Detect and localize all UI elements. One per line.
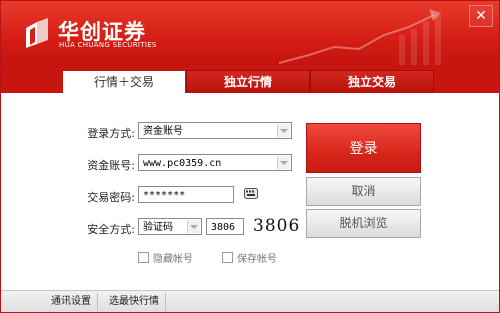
brand-logo-icon	[26, 18, 48, 48]
hide-account-checkbox[interactable]	[138, 252, 149, 263]
mode-tabs: 行情＋交易 独立行情 独立交易	[1, 65, 499, 95]
account-input[interactable]: www.pc0359.cn	[138, 154, 292, 171]
comm-settings-button[interactable]: 通讯设置	[45, 293, 98, 311]
login-method-label: 登录方式:	[87, 127, 135, 140]
password-value: *******	[143, 190, 186, 201]
security-label: 安全方式:	[87, 223, 135, 236]
keyboard-icon[interactable]	[244, 188, 258, 199]
login-window: 华创证券 HUA CHUANG SECURITIES ✕ 行情＋交易 独立行情 …	[0, 0, 500, 313]
save-account-option[interactable]: 保存帐号	[222, 250, 277, 265]
decorative-growth-chart	[279, 9, 441, 65]
login-button[interactable]: 登录	[306, 123, 421, 173]
password-label: 交易密码:	[87, 191, 135, 204]
header-banner: 华创证券 HUA CHUANG SECURITIES ✕	[1, 1, 499, 65]
cancel-button[interactable]: 取消	[306, 177, 421, 206]
security-method-select[interactable]: 验证码	[138, 218, 202, 235]
account-value: www.pc0359.cn	[143, 158, 222, 169]
tab-market-and-trade[interactable]: 行情＋交易	[62, 70, 186, 95]
footer-bar: 通讯设置 选最快行情	[1, 290, 499, 312]
login-method-value: 资金账号	[143, 126, 183, 137]
tab-trade-only[interactable]: 独立交易	[310, 70, 434, 94]
hide-account-label: 隐藏帐号	[153, 254, 193, 265]
account-label: 资金账号:	[87, 159, 135, 172]
hide-account-option[interactable]: 隐藏帐号	[138, 250, 193, 265]
captcha-input-value: 3806	[211, 222, 236, 233]
brand-name-en: HUA CHUANG SECURITIES	[59, 41, 157, 49]
tab-market-only[interactable]: 独立行情	[186, 70, 310, 94]
captcha-input[interactable]: 3806	[206, 218, 244, 235]
login-method-select[interactable]: 资金账号	[138, 122, 292, 139]
chevron-down-icon[interactable]	[187, 220, 200, 233]
captcha-image[interactable]: 3806	[253, 216, 300, 236]
save-account-label: 保存帐号	[237, 254, 277, 265]
close-button[interactable]: ✕	[469, 5, 493, 27]
chevron-down-icon[interactable]	[277, 156, 290, 169]
security-method-value: 验证码	[143, 222, 173, 233]
fastest-market-button[interactable]: 选最快行情	[103, 293, 166, 311]
save-account-checkbox[interactable]	[222, 252, 233, 263]
offline-browse-button[interactable]: 脱机浏览	[306, 209, 421, 238]
password-input[interactable]: *******	[138, 186, 234, 203]
close-icon: ✕	[475, 8, 487, 24]
chevron-down-icon[interactable]	[277, 124, 290, 137]
